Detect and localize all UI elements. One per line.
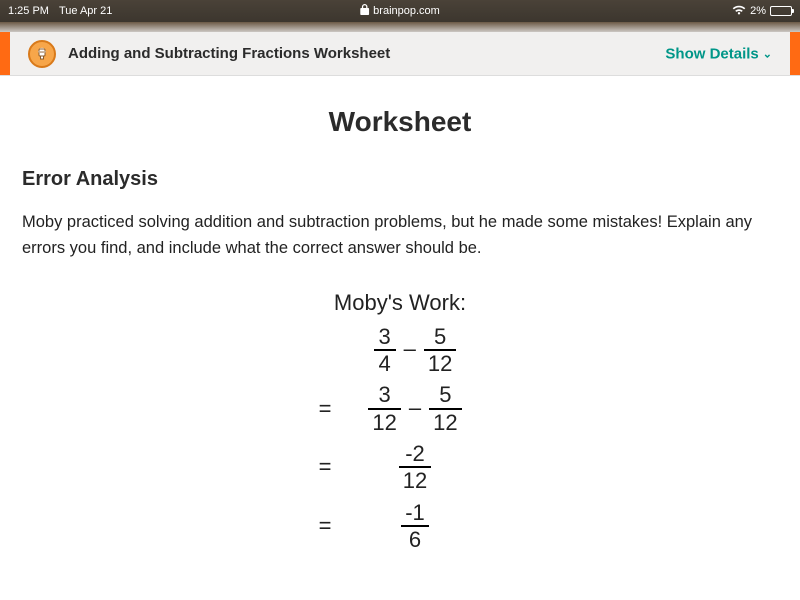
status-time: 1:25 PM	[8, 5, 49, 17]
minus-sign: –	[407, 395, 423, 421]
numerator: 5	[430, 324, 450, 349]
denominator: 12	[368, 410, 400, 435]
accent-left	[0, 32, 10, 75]
work-title: Moby's Work:	[22, 290, 778, 316]
numerator: 5	[435, 382, 455, 407]
moby-work-block: Moby's Work: 3 4 – 5 12 =	[22, 290, 778, 552]
fraction: -1 6	[401, 500, 429, 553]
wifi-icon	[732, 5, 746, 18]
denominator: 4	[375, 351, 395, 376]
math-line-1: 3 4 – 5 12	[22, 324, 778, 377]
instructions-text: Moby practiced solving addition and subt…	[22, 209, 778, 262]
denominator: 12	[429, 410, 461, 435]
ipad-status-bar: 1:25 PM Tue Apr 21 brainpop.com 2%	[0, 0, 800, 22]
denominator: 6	[405, 527, 425, 552]
battery-icon	[770, 6, 792, 16]
fraction: 5 12	[429, 382, 461, 435]
fraction: -2 12	[399, 441, 431, 494]
worksheet-title: Adding and Subtracting Fractions Workshe…	[68, 45, 390, 62]
math-line-2: = 3 12 – 5 12	[22, 382, 778, 435]
minus-sign: –	[402, 336, 418, 362]
numerator: 3	[375, 324, 395, 349]
fraction: 3 4	[374, 324, 396, 377]
brainpop-logo-icon	[28, 40, 56, 68]
page-title: Worksheet	[22, 106, 778, 138]
numerator: 3	[375, 382, 395, 407]
equals-sign: =	[310, 396, 340, 422]
accent-right	[790, 32, 800, 75]
numerator: -2	[401, 441, 429, 466]
math-line-3: = -2 12	[22, 441, 778, 494]
numerator: -1	[401, 500, 429, 525]
equals-sign: =	[310, 454, 340, 480]
show-details-button[interactable]: Show Details ⌄	[665, 45, 772, 62]
worksheet-content: Worksheet Error Analysis Moby practiced …	[0, 76, 800, 552]
show-details-label: Show Details	[665, 45, 758, 62]
section-title: Error Analysis	[22, 168, 778, 191]
denominator: 12	[399, 468, 431, 493]
url-domain: brainpop.com	[373, 5, 440, 17]
denominator: 12	[424, 351, 456, 376]
math-line-4: = -1 6	[22, 500, 778, 553]
lock-icon	[360, 4, 369, 18]
chevron-down-icon: ⌄	[763, 47, 772, 60]
gradient-strip	[0, 22, 800, 32]
status-date: Tue Apr 21	[59, 5, 112, 17]
battery-percent: 2%	[750, 5, 766, 17]
worksheet-header-bar: Adding and Subtracting Fractions Workshe…	[0, 32, 800, 76]
equals-sign: =	[310, 513, 340, 539]
fraction: 3 12	[368, 382, 400, 435]
fraction: 5 12	[424, 324, 456, 377]
